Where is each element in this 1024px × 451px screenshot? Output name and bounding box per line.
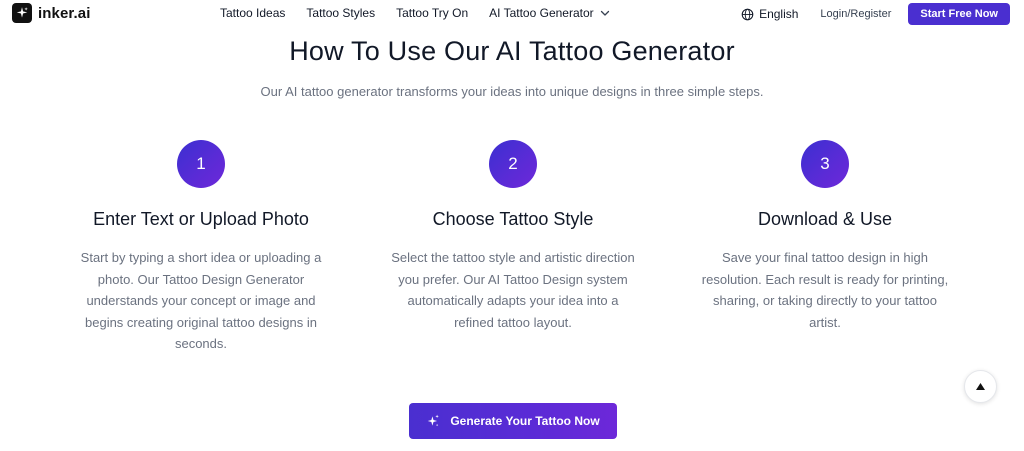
nav-tattoo-styles[interactable]: Tattoo Styles [306, 6, 375, 20]
arrow-up-icon [976, 383, 985, 390]
steps-list: 1 Enter Text or Upload Photo Start by ty… [45, 140, 981, 355]
start-free-button[interactable]: Start Free Now [908, 3, 1010, 25]
step-number-badge: 1 [177, 140, 225, 188]
step-title: Download & Use [757, 209, 893, 229]
generate-tattoo-button[interactable]: Generate Your Tattoo Now [409, 403, 617, 439]
logo-text: inker.ai [38, 4, 91, 22]
sparkle-logo-icon [12, 3, 32, 23]
globe-icon [741, 8, 754, 20]
step-card: 1 Enter Text or Upload Photo Start by ty… [45, 140, 357, 355]
step-description: Start by typing a short idea or uploadin… [80, 250, 322, 351]
nav-ai-tattoo-generator[interactable]: AI Tattoo Generator [489, 6, 610, 20]
chevron-down-icon [600, 8, 610, 18]
nav-tattoo-try-on[interactable]: Tattoo Try On [396, 6, 468, 20]
step-number-badge: 3 [801, 140, 849, 188]
sparkle-icon [428, 414, 440, 427]
step-title: Choose Tattoo Style [432, 209, 594, 229]
main-nav: Tattoo Ideas Tattoo Styles Tattoo Try On… [220, 6, 631, 20]
step-description: Select the tattoo style and artistic dir… [391, 250, 635, 330]
nav-tattoo-ideas[interactable]: Tattoo Ideas [220, 6, 285, 20]
logo[interactable]: inker.ai [12, 3, 91, 23]
step-description: Save your final tattoo design in high re… [701, 250, 949, 330]
header-actions: English Login/Register Start Free Now [741, 3, 1010, 25]
language-selector[interactable]: English [741, 7, 798, 21]
section-subtitle: Our AI tattoo generator transforms your … [260, 84, 764, 99]
nav-ai-tattoo-generator-label: AI Tattoo Generator [489, 6, 594, 20]
step-title: Enter Text or Upload Photo [93, 209, 309, 229]
step-number-badge: 2 [489, 140, 537, 188]
step-card: 2 Choose Tattoo Style Select the tattoo … [357, 140, 669, 355]
step-card: 3 Download & Use Save your final tattoo … [669, 140, 981, 355]
generate-tattoo-label: Generate Your Tattoo Now [450, 414, 600, 428]
top-navbar: inker.ai Tattoo Ideas Tattoo Styles Tatt… [0, 0, 1024, 28]
section-title: How To Use Our AI Tattoo Generator [289, 36, 735, 66]
language-label: English [759, 7, 799, 21]
login-register-link[interactable]: Login/Register [820, 8, 891, 20]
scroll-to-top-button[interactable] [964, 370, 997, 403]
